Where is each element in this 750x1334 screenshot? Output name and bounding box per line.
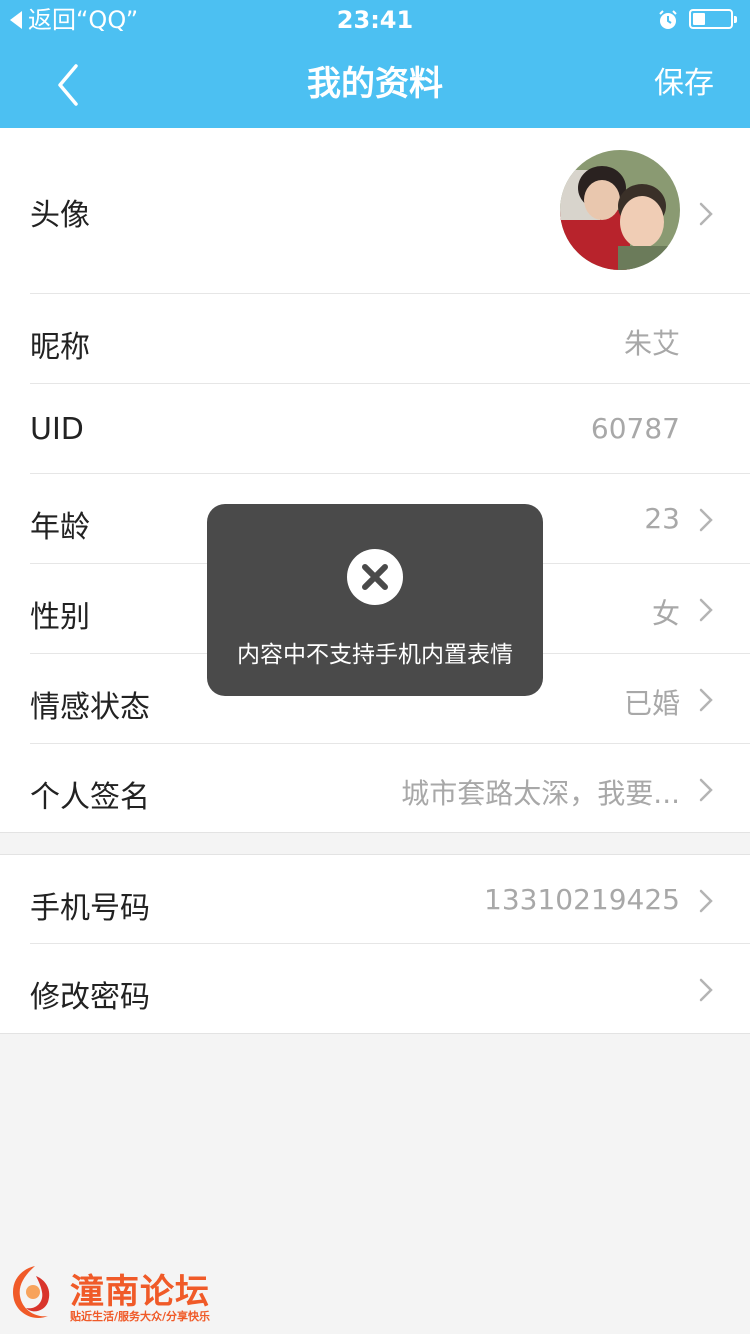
uid-value: 60787	[590, 412, 680, 445]
gender-label: 性别	[30, 600, 90, 635]
avatar-label: 头像	[30, 198, 90, 233]
relationship-label: 情感状态	[30, 690, 150, 725]
avatar[interactable]	[560, 150, 680, 270]
uid-label: UID	[30, 412, 84, 447]
gender-value: 女	[651, 597, 680, 630]
avatar-row[interactable]: 头像	[0, 128, 750, 294]
error-toast: 内容中不支持手机内置表情	[207, 504, 543, 696]
error-x-icon	[347, 549, 403, 605]
chevron-right-icon	[699, 778, 713, 802]
age-label: 年龄	[30, 510, 90, 545]
phone-label: 手机号码	[30, 891, 150, 926]
status-time: 23:41	[336, 6, 414, 34]
alarm-clock-icon	[659, 10, 677, 29]
toast-message: 内容中不支持手机内置表情	[237, 642, 513, 668]
battery-icon	[689, 9, 737, 29]
status-bar: 返回“QQ” 23:41	[0, 0, 750, 40]
signature-row[interactable]: 个人签名 城市套路太深，我要...	[0, 744, 750, 832]
uid-row: UID 60787	[0, 384, 750, 474]
chevron-right-icon	[699, 508, 713, 532]
account-section: 手机号码 13310219425 修改密码	[0, 854, 750, 1034]
watermark-title: 潼南论坛	[70, 1272, 210, 1312]
phone-row[interactable]: 手机号码 13310219425	[0, 855, 750, 944]
top-bar: 返回“QQ” 23:41 我的资料 保存	[0, 0, 750, 128]
phone-value: 13310219425	[484, 883, 680, 916]
change-password-row[interactable]: 修改密码	[0, 944, 750, 1033]
age-value: 23	[644, 502, 680, 535]
nickname-value: 朱艾	[623, 327, 680, 360]
nickname-row[interactable]: 昵称 朱艾	[0, 294, 750, 384]
nickname-label: 昵称	[30, 330, 90, 365]
forum-watermark: 潼南论坛 贴近生活/服务大众/分享快乐	[6, 1262, 266, 1328]
watermark-subtitle: 贴近生活/服务大众/分享快乐	[70, 1310, 211, 1323]
chevron-right-icon	[699, 978, 713, 1002]
signature-label: 个人签名	[30, 780, 150, 815]
page-title: 我的资料	[307, 64, 443, 104]
chevron-right-icon	[699, 598, 713, 622]
chevron-right-icon	[699, 688, 713, 712]
change-password-label: 修改密码	[30, 980, 150, 1015]
chevron-right-icon	[699, 202, 713, 226]
signature-value: 城市套路太深，我要...	[401, 777, 680, 810]
relationship-value: 已婚	[623, 687, 680, 720]
profile-section: 头像 昵称 朱艾 UID 60787 年龄 23 性别 女 情感状态 已婚 个人…	[0, 128, 750, 833]
save-button[interactable]: 保存	[654, 56, 714, 112]
forum-logo-icon	[12, 1266, 50, 1319]
chevron-right-icon	[699, 889, 713, 913]
